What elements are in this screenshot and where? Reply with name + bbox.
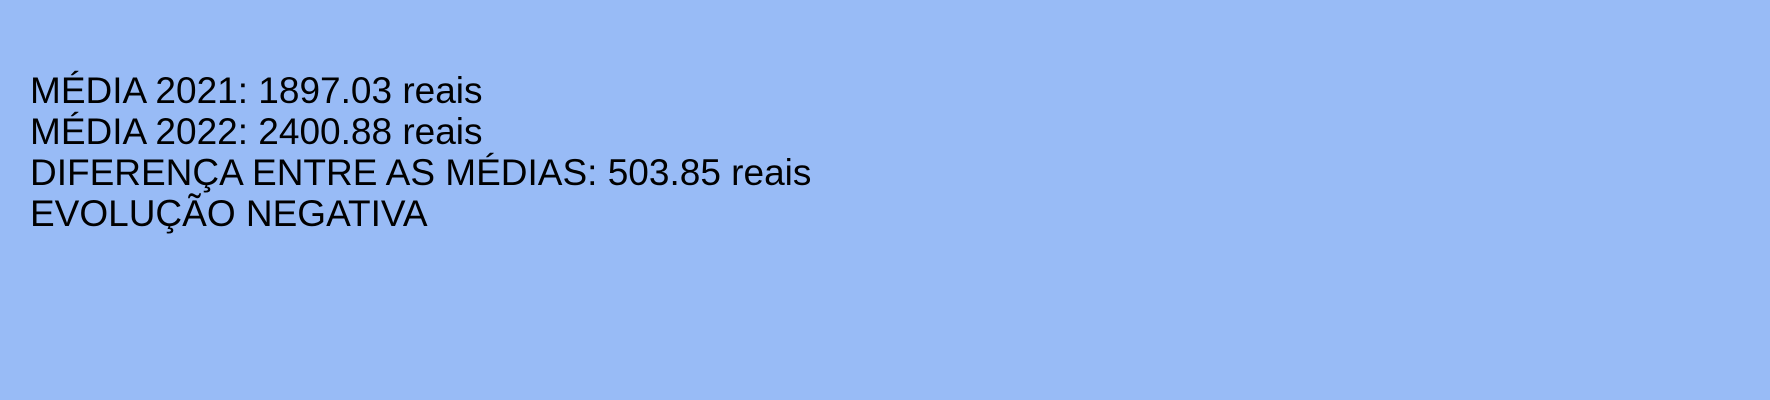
evolution-status-line: EVOLUÇÃO NEGATIVA (30, 193, 428, 234)
page-body: { "colors": { "background": "#98bbf6", "… (0, 0, 1770, 400)
average-2021-line: MÉDIA 2021: 1897.03 reais (30, 70, 483, 111)
average-2022-line: MÉDIA 2022: 2400.88 reais (30, 111, 483, 152)
results-output: MÉDIA 2021: 1897.03 reais MÉDIA 2022: 24… (30, 70, 811, 234)
average-difference-line: DIFERENÇA ENTRE AS MÉDIAS: 503.85 reais (30, 152, 812, 193)
